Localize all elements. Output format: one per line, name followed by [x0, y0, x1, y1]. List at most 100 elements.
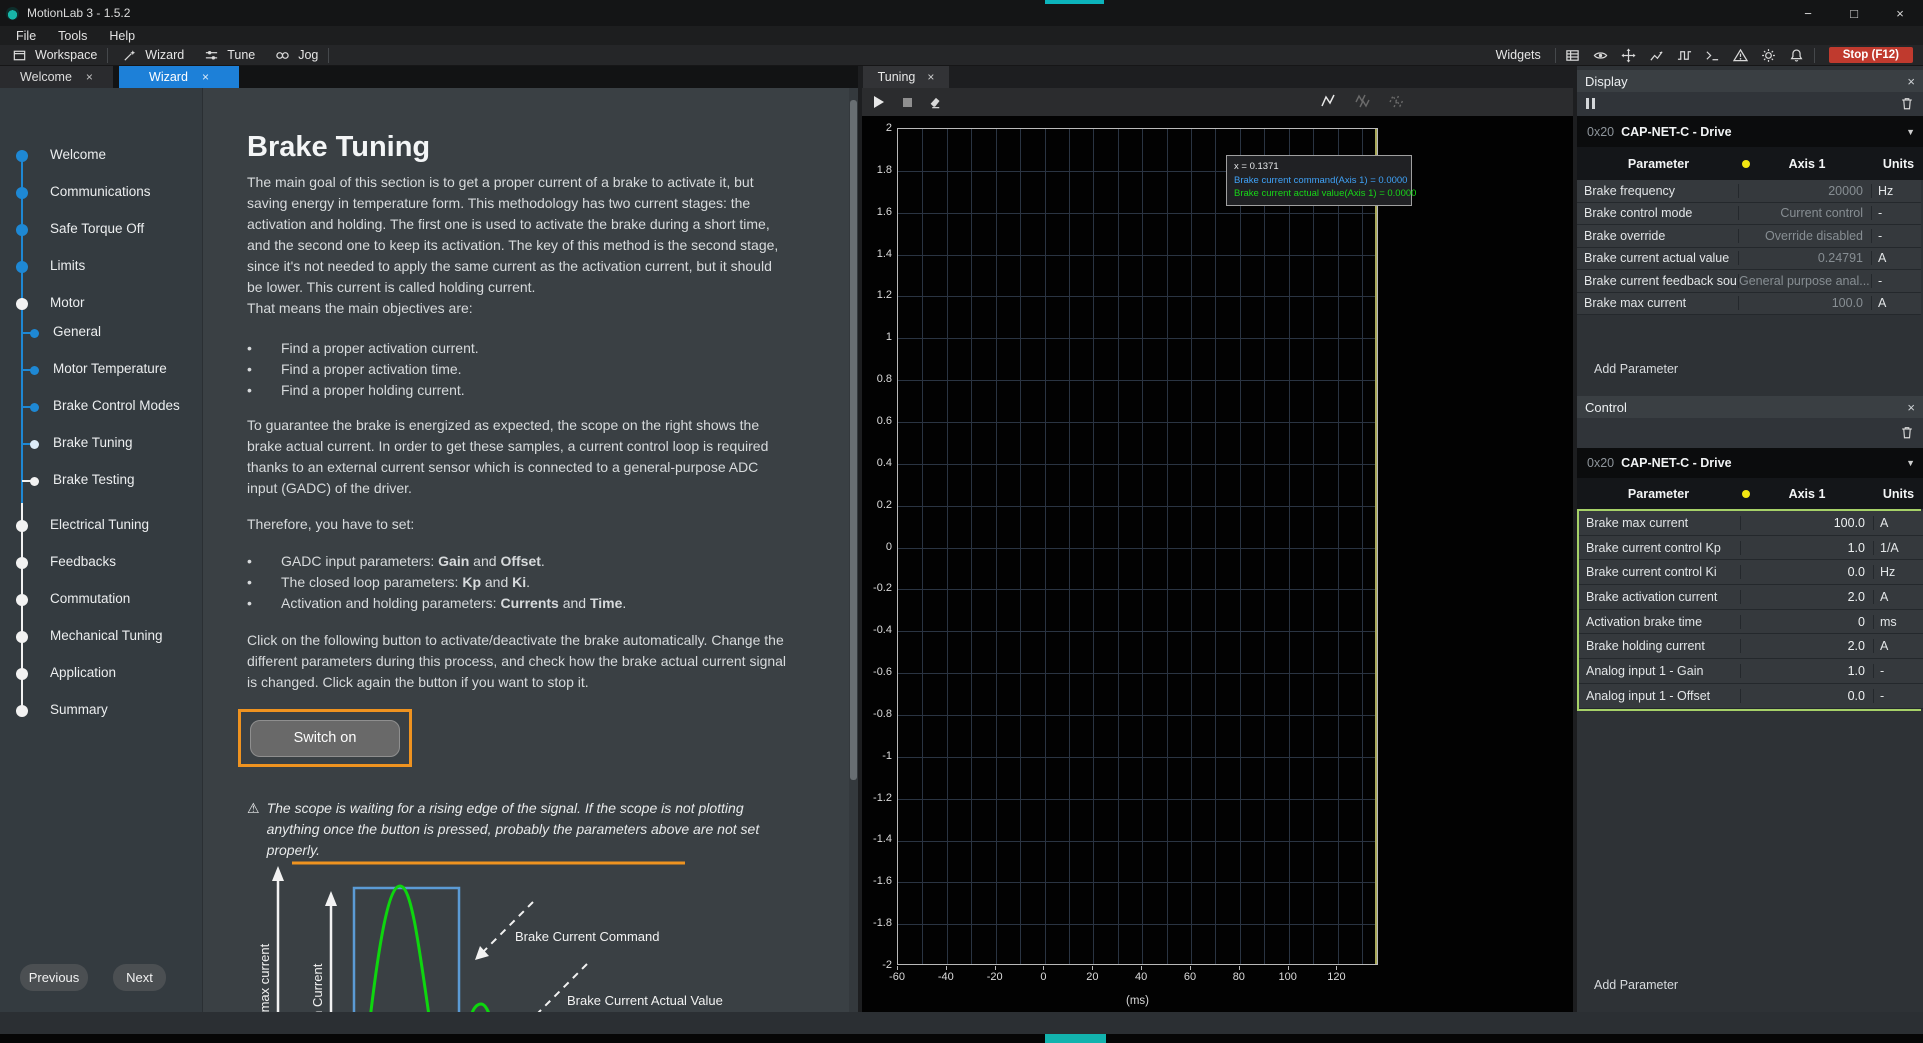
table-row[interactable]: Brake current control Ki0.0Hz — [1579, 560, 1923, 585]
x-tick-mark — [946, 966, 947, 970]
maximize-button[interactable]: □ — [1831, 0, 1877, 26]
trash-icon[interactable] — [1900, 425, 1914, 445]
control-highlight-box: Brake max current100.0ABrake current con… — [1577, 509, 1921, 711]
gridline — [898, 464, 1377, 465]
param-value[interactable]: 1.0 — [1741, 664, 1874, 678]
trash-icon[interactable] — [1900, 96, 1914, 116]
param-value[interactable]: 0 — [1741, 615, 1874, 629]
param-value[interactable]: 2.0 — [1741, 590, 1874, 604]
gridline — [898, 924, 1377, 925]
table-icon[interactable] — [1562, 46, 1584, 64]
tab-close-icon[interactable]: × — [202, 70, 209, 84]
scope-clear-button[interactable] — [924, 92, 946, 112]
menu-help[interactable]: Help — [99, 28, 145, 44]
terminal-icon[interactable] — [1702, 46, 1724, 64]
scope-overlay-button[interactable] — [1386, 91, 1408, 111]
gridline — [898, 631, 1377, 632]
param-value[interactable]: General purpose anal... — [1739, 274, 1872, 288]
warning-icon[interactable] — [1730, 46, 1752, 64]
param-value[interactable]: 0.0 — [1741, 565, 1874, 579]
gear-icon[interactable] — [1758, 46, 1780, 64]
step-label: Motor — [50, 295, 85, 310]
gridline — [898, 255, 1377, 256]
workspace-button[interactable]: Workspace — [0, 45, 105, 65]
eye-icon[interactable] — [1590, 46, 1612, 64]
tab-tuning[interactable]: Tuning × — [863, 66, 949, 88]
display-panel-close-icon[interactable]: × — [1907, 74, 1915, 89]
widgets-button[interactable]: Widgets — [1461, 46, 1549, 64]
menu-file[interactable]: File — [6, 28, 46, 44]
param-value[interactable]: 100.0 — [1739, 296, 1872, 310]
param-units: A — [1872, 251, 1919, 265]
jog-button[interactable]: Jog — [263, 45, 326, 65]
scope-play-button[interactable] — [868, 92, 890, 112]
table-row[interactable]: Brake max current100.0A — [1579, 511, 1923, 536]
control-panel-close-icon[interactable]: × — [1907, 400, 1915, 415]
table-row[interactable]: Activation brake time0ms — [1579, 610, 1923, 635]
param-value[interactable]: 2.0 — [1741, 639, 1874, 653]
close-button[interactable]: × — [1877, 0, 1923, 26]
next-button[interactable]: Next — [113, 964, 166, 991]
table-row[interactable]: Brake current feedback sou...General pur… — [1577, 270, 1921, 293]
x-tick-mark — [1092, 966, 1093, 970]
scope-signal-button[interactable] — [1318, 91, 1340, 111]
param-value[interactable]: 1.0 — [1741, 541, 1874, 555]
intro-paragraph: The main goal of this section is to get … — [247, 172, 787, 298]
previous-button[interactable]: Previous — [20, 964, 88, 991]
pause-icon[interactable] — [1586, 98, 1595, 109]
control-add-parameter[interactable]: Add Parameter — [1594, 978, 1678, 992]
square-wave-icon[interactable] — [1674, 46, 1696, 64]
table-row[interactable]: Brake current actual value0.24791A — [1577, 248, 1921, 271]
scope-compare-button[interactable] — [1352, 91, 1374, 111]
move-icon[interactable] — [1618, 46, 1640, 64]
step-dot — [16, 705, 28, 717]
param-units: A — [1874, 639, 1921, 653]
tab-close-icon[interactable]: × — [86, 70, 93, 84]
param-name: Brake current actual value — [1577, 251, 1739, 265]
axis-color-dot — [1742, 490, 1750, 498]
param-value[interactable]: Current control — [1739, 206, 1872, 220]
display-device-selector[interactable]: 0x20 CAP-NET-C - Drive ▼ — [1577, 116, 1923, 147]
bell-icon[interactable] — [1786, 46, 1808, 64]
plot-area[interactable]: x = 0.1371 Brake current command(Axis 1)… — [897, 128, 1378, 965]
x-axis-unit-label: (ms) — [1018, 995, 1258, 1007]
tab-close-icon[interactable]: × — [927, 70, 934, 84]
table-row[interactable]: Analog input 1 - Offset0.0- — [1579, 684, 1923, 709]
table-row[interactable]: Brake control modeCurrent control- — [1577, 203, 1921, 226]
tab-wizard[interactable]: Wizard × — [119, 66, 239, 88]
y-tick-label: 1.6 — [862, 206, 892, 218]
table-row[interactable]: Brake current control Kp1.01/A — [1579, 536, 1923, 561]
control-device-selector[interactable]: 0x20 CAP-NET-C - Drive ▼ — [1577, 448, 1923, 478]
scope-stop-button[interactable] — [896, 92, 918, 112]
param-value[interactable]: 100.0 — [1741, 516, 1874, 530]
menu-tools[interactable]: Tools — [48, 28, 97, 44]
chart-icon[interactable] — [1646, 46, 1668, 64]
tune-button[interactable]: Tune — [192, 45, 263, 65]
objective-item: Find a proper activation current. — [247, 338, 787, 359]
stop-button[interactable]: Stop (F12) — [1829, 47, 1913, 63]
display-add-parameter[interactable]: Add Parameter — [1594, 362, 1678, 376]
table-row[interactable]: Brake max current100.0A — [1577, 293, 1921, 316]
table-row[interactable]: Brake overrideOverride disabled- — [1577, 225, 1921, 248]
display-table-header: Parameter Axis 1 Units — [1577, 147, 1923, 180]
table-row[interactable]: Brake activation current2.0A — [1579, 585, 1923, 610]
gridline — [898, 757, 1377, 758]
table-row[interactable]: Brake holding current2.0A — [1579, 634, 1923, 659]
scope-cursor-line — [1375, 129, 1377, 964]
minimize-button[interactable]: − — [1785, 0, 1831, 26]
step-label: General — [53, 324, 101, 339]
param-value[interactable]: 0.24791 — [1739, 251, 1872, 265]
param-value[interactable]: 0.0 — [1741, 689, 1874, 703]
table-row[interactable]: Analog input 1 - Gain1.0- — [1579, 659, 1923, 684]
param-value[interactable]: Override disabled — [1739, 229, 1872, 243]
content-scrollbar[interactable] — [849, 88, 858, 1012]
switch-on-button[interactable]: Switch on — [250, 720, 400, 757]
gridline — [898, 882, 1377, 883]
table-row[interactable]: Brake frequency20000Hz — [1577, 180, 1921, 203]
param-value[interactable]: 20000 — [1739, 184, 1872, 198]
wizard-button[interactable]: Wizard — [110, 45, 192, 65]
tab-welcome[interactable]: Welcome × — [0, 66, 113, 88]
y-tick-label: 0.2 — [862, 499, 892, 511]
main-toolbar: WorkspaceWizardTuneJog Widgets Stop (F12… — [0, 45, 1923, 66]
scrollbar-thumb[interactable] — [850, 100, 857, 780]
